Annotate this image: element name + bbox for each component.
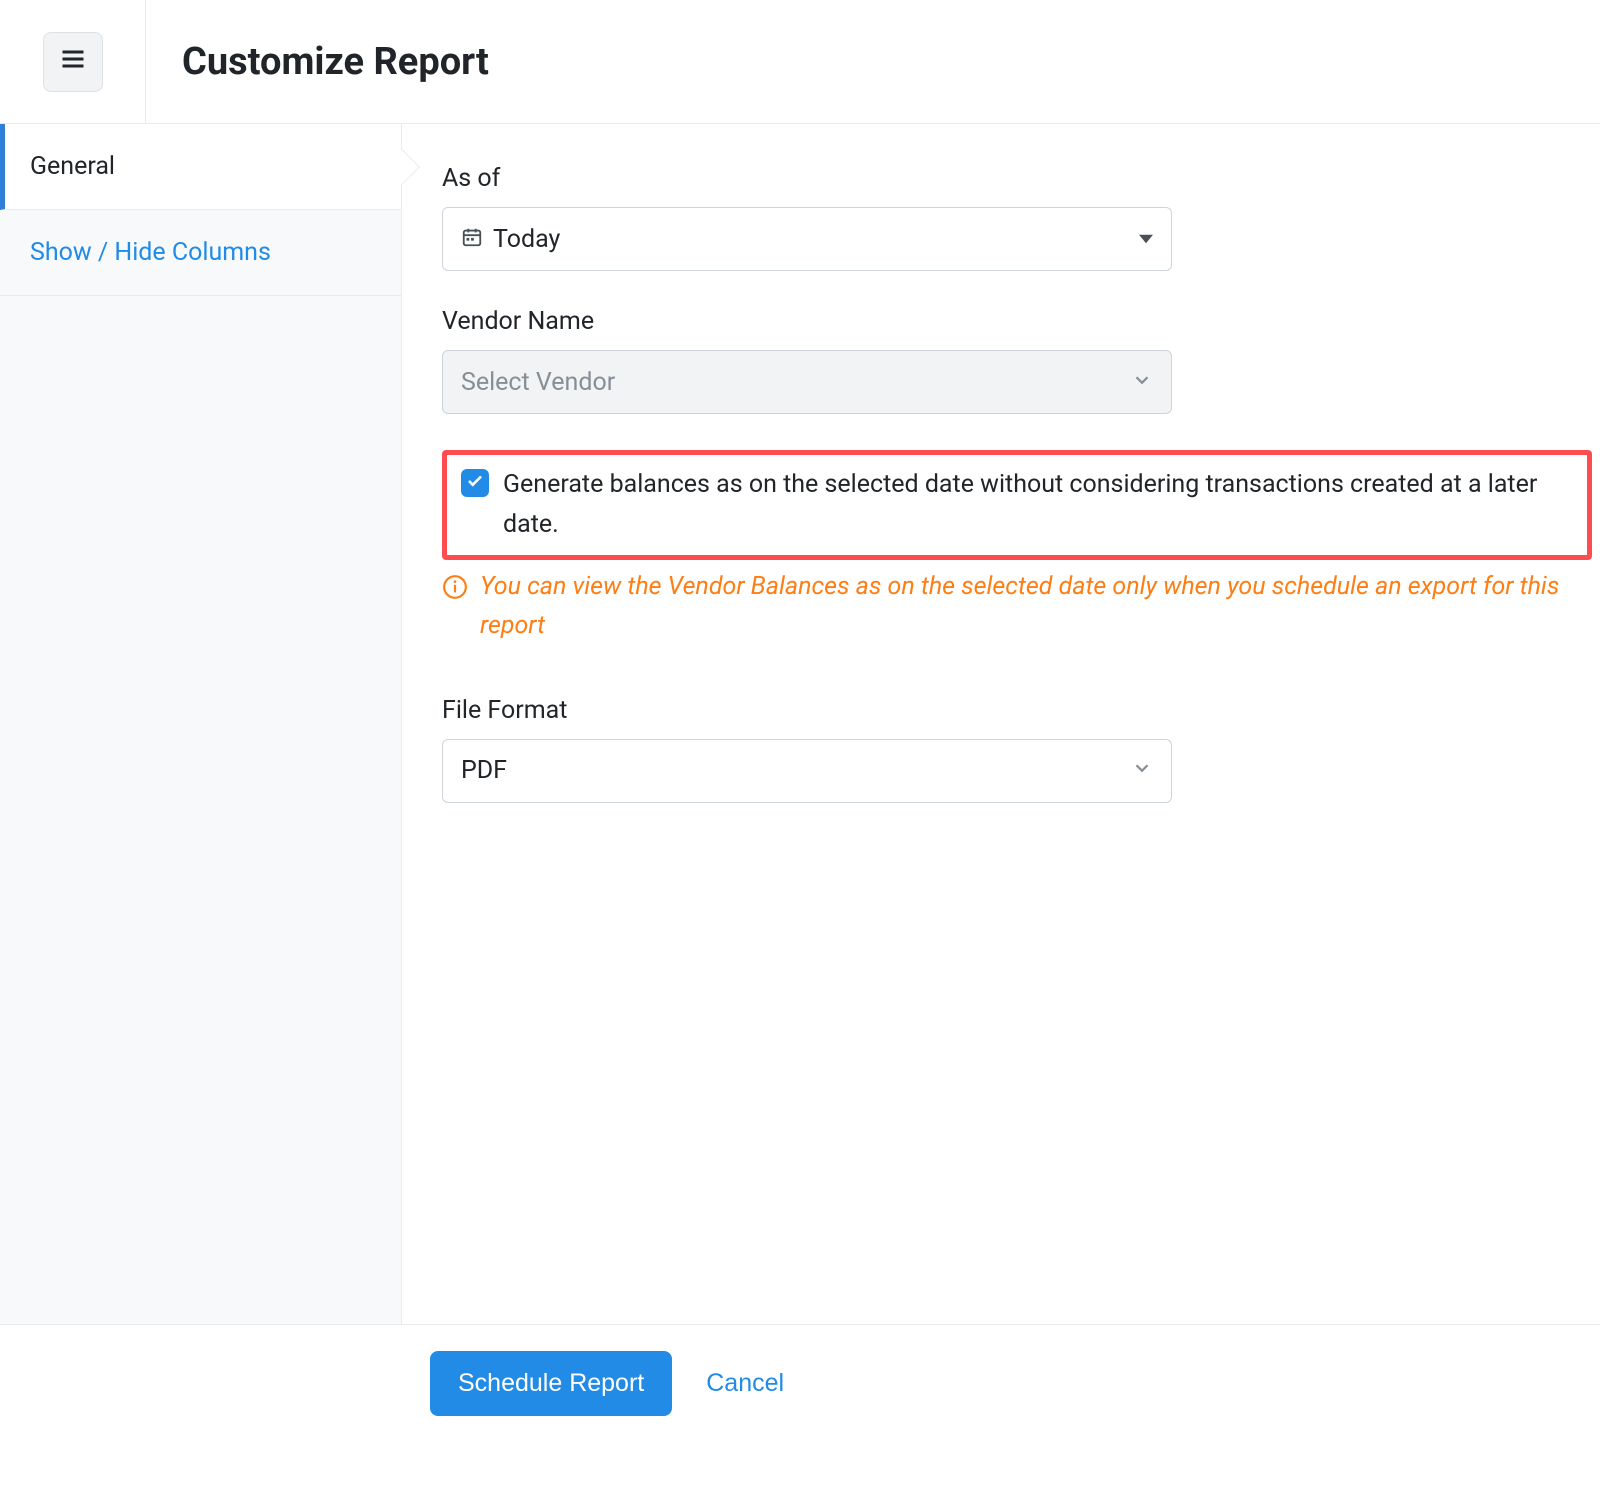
generate-balances-label: Generate balances as on the selected dat… <box>503 465 1573 545</box>
file-format-label: File Format <box>442 696 1592 725</box>
generate-balances-checkbox[interactable] <box>461 469 489 497</box>
vendor-label: Vendor Name <box>442 307 1592 336</box>
sidebar-item-general[interactable]: General <box>0 124 401 210</box>
as-of-label: As of <box>442 164 1592 193</box>
calendar-icon <box>461 226 493 253</box>
file-format-value: PDF <box>461 756 1131 785</box>
chevron-down-icon <box>1131 757 1153 784</box>
header: Customize Report <box>0 0 1600 124</box>
vendor-select[interactable]: Select Vendor <box>442 350 1172 414</box>
info-note: You can view the Vendor Balances as on t… <box>442 568 1592 646</box>
sidebar-item-label: General <box>30 152 115 181</box>
page-title: Customize Report <box>146 40 489 84</box>
info-icon <box>442 574 468 600</box>
cancel-button[interactable]: Cancel <box>706 1369 784 1398</box>
menu-toggle-button[interactable] <box>43 32 103 92</box>
chevron-down-icon <box>1131 369 1153 396</box>
sidebar: General Show / Hide Columns <box>0 124 402 1324</box>
caret-down-icon <box>1139 227 1153 251</box>
footer: Schedule Report Cancel <box>0 1324 1600 1442</box>
sidebar-item-label: Show / Hide Columns <box>30 238 271 267</box>
as-of-value: Today <box>493 225 1139 254</box>
form-panel: As of Today <box>402 124 1600 1324</box>
info-note-text: You can view the Vendor Balances as on t… <box>480 568 1592 646</box>
field-vendor-name: Vendor Name Select Vendor <box>442 307 1592 414</box>
file-format-select[interactable]: PDF <box>442 739 1172 803</box>
sidebar-item-show-hide-columns[interactable]: Show / Hide Columns <box>0 210 401 296</box>
schedule-report-button[interactable]: Schedule Report <box>430 1351 672 1416</box>
vendor-placeholder: Select Vendor <box>461 368 1131 397</box>
field-file-format: File Format PDF <box>442 696 1592 803</box>
hamburger-icon <box>59 45 87 78</box>
as-of-select[interactable]: Today <box>442 207 1172 271</box>
check-icon <box>466 471 484 495</box>
highlight-checkbox-section: Generate balances as on the selected dat… <box>442 450 1592 560</box>
field-as-of: As of Today <box>442 164 1592 271</box>
